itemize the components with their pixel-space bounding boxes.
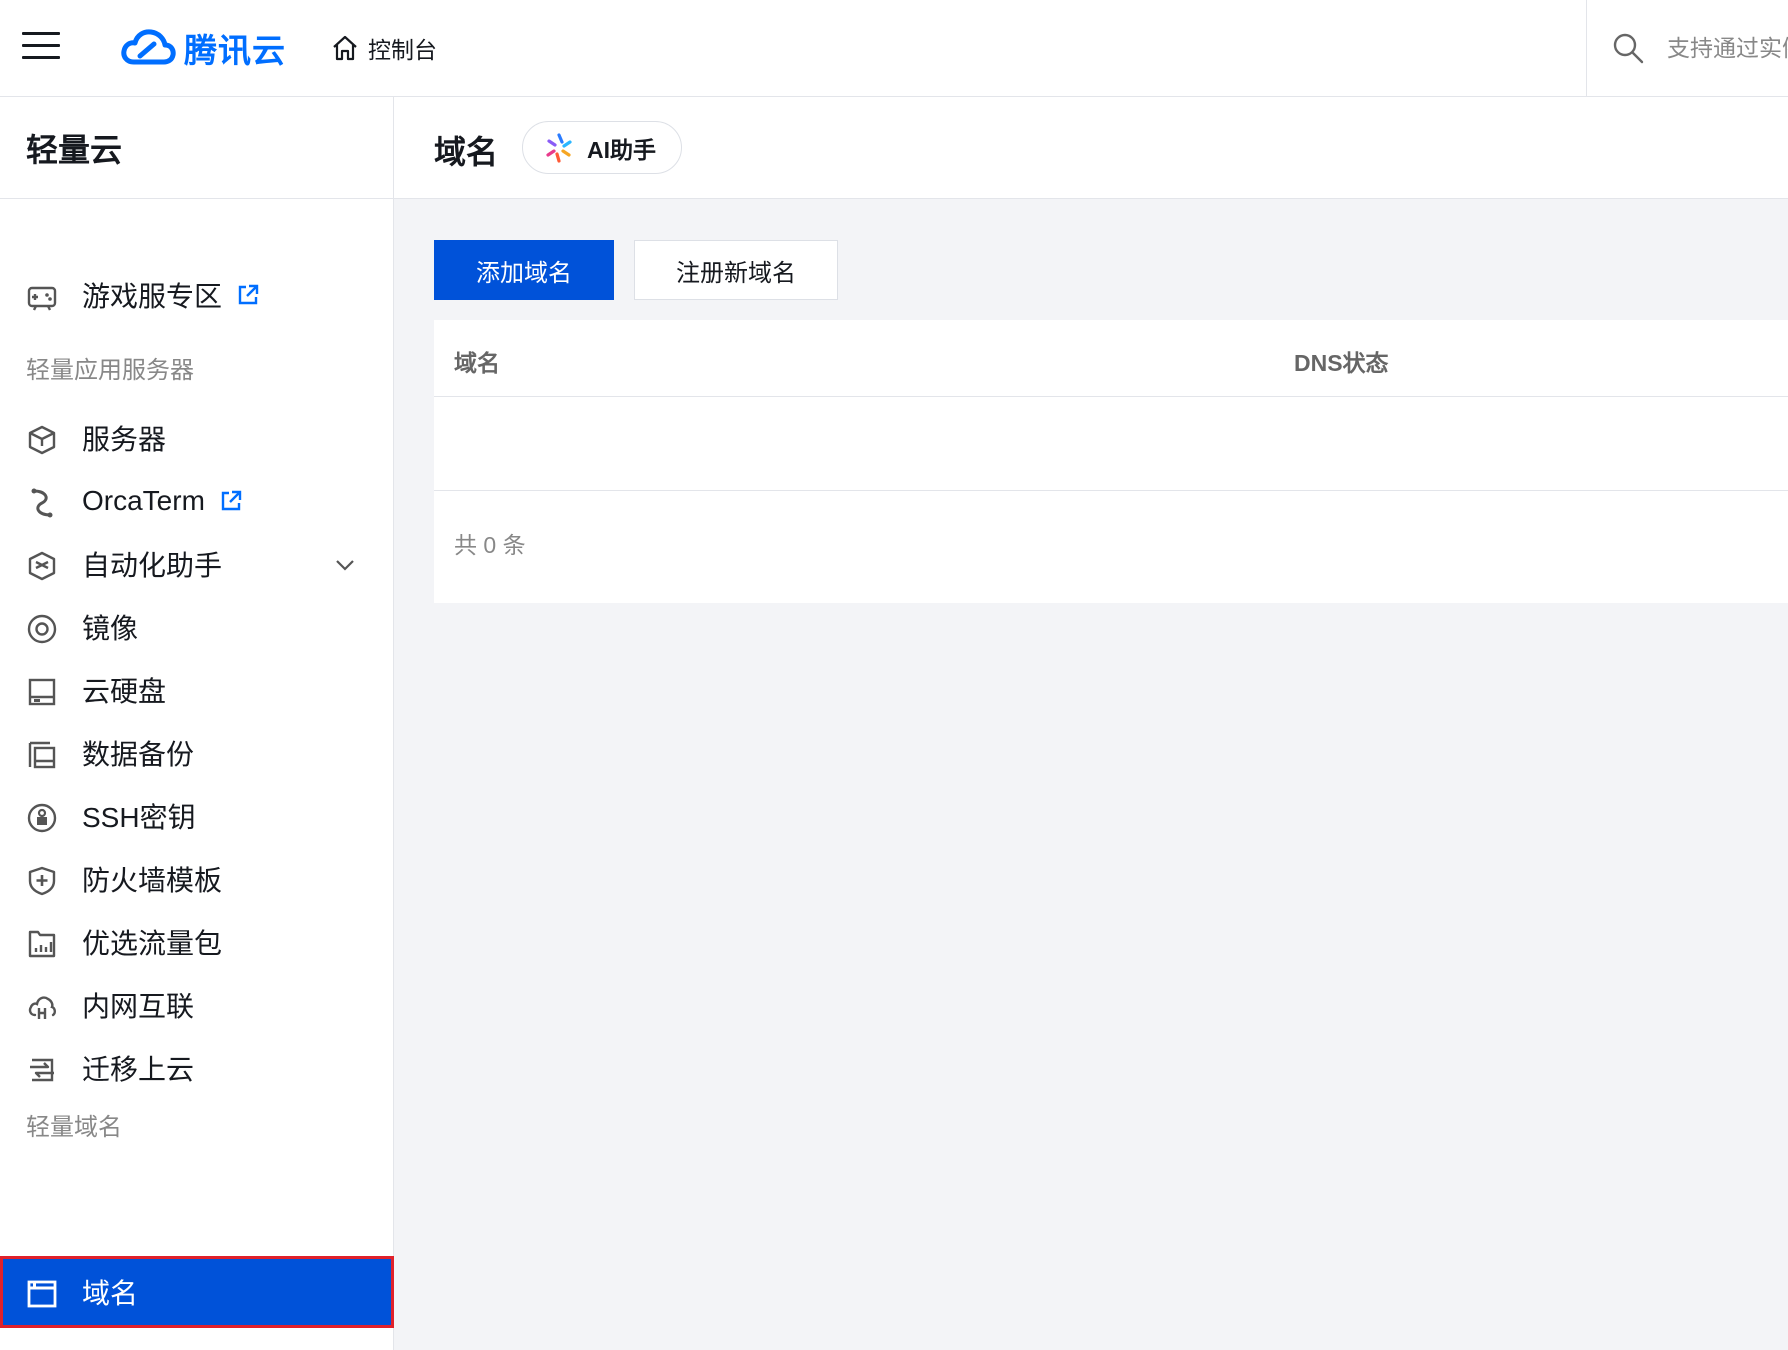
sidebar-item-images[interactable]: 镜像 bbox=[0, 591, 394, 663]
search-icon bbox=[1613, 33, 1644, 64]
page-header: 域名 AI助手 bbox=[394, 97, 1788, 199]
migrate-icon bbox=[30, 1058, 54, 1082]
sidebar-item-label: 数据备份 bbox=[82, 739, 195, 770]
intranet-icon bbox=[28, 996, 56, 1019]
automation-icon bbox=[28, 551, 56, 581]
sidebar-item-label: 优选流量包 bbox=[82, 928, 223, 959]
table-total-count: 共 0 条 bbox=[454, 532, 526, 558]
sidebar-item-label: 迁移上云 bbox=[82, 1054, 195, 1085]
sidebar-item-migrate[interactable]: 迁移上云 bbox=[0, 1032, 394, 1104]
sidebar-item-label: 云硬盘 bbox=[82, 676, 167, 707]
sidebar-item-label: 服务器 bbox=[82, 424, 167, 455]
column-header-dns-status: DNS状态 bbox=[1294, 350, 1389, 376]
external-link-icon bbox=[221, 490, 242, 511]
cloud-disk-icon bbox=[28, 678, 56, 706]
add-domain-button[interactable]: 添加域名 bbox=[434, 240, 614, 300]
console-link[interactable]: 控制台 bbox=[330, 30, 437, 66]
orcaterm-icon bbox=[31, 488, 53, 518]
console-label: 控制台 bbox=[368, 37, 437, 63]
sidebar-item-orcaterm[interactable]: OrcaTerm bbox=[0, 465, 394, 537]
ai-assistant-icon bbox=[546, 132, 572, 163]
sidebar-item-intranet[interactable]: 内网互联 bbox=[0, 969, 394, 1041]
global-search[interactable] bbox=[1586, 0, 1788, 96]
domain-table: 域名 DNS状态 共 0 条 bbox=[434, 320, 1788, 603]
table-body-empty bbox=[434, 397, 1788, 491]
sidebar-item-domains[interactable]: 域名 bbox=[0, 1256, 394, 1328]
sidebar-group-lighthouse: 轻量应用服务器 bbox=[26, 357, 194, 384]
sidebar-item-label: 防火墙模板 bbox=[82, 865, 223, 896]
sidebar-item-firewall-template[interactable]: 防火墙模板 bbox=[0, 843, 394, 915]
sidebar-item-backup[interactable]: 数据备份 bbox=[0, 717, 394, 789]
sidebar: 轻量云 游戏服专区 轻量应用服务器 服务器 OrcaTerm 自动化助手 镜像 … bbox=[0, 97, 394, 1350]
sidebar-item-cloud-disk[interactable]: 云硬盘 bbox=[0, 654, 394, 726]
search-input[interactable] bbox=[1667, 34, 1788, 62]
sidebar-item-label: 镜像 bbox=[82, 613, 139, 644]
backup-icon bbox=[28, 741, 56, 769]
gamepad-icon bbox=[27, 286, 57, 311]
top-bar: 腾讯云 控制台 bbox=[0, 0, 1788, 97]
sidebar-item-label: 自动化助手 bbox=[82, 550, 223, 581]
server-cube-icon bbox=[28, 425, 56, 455]
sidebar-item-game-server[interactable]: 游戏服专区 bbox=[0, 259, 394, 331]
sidebar-item-servers[interactable]: 服务器 bbox=[0, 402, 394, 474]
home-icon bbox=[333, 35, 357, 61]
image-disc-icon bbox=[27, 614, 57, 644]
firewall-shield-icon bbox=[28, 866, 56, 896]
sidebar-item-automation[interactable]: 自动化助手 bbox=[0, 528, 394, 600]
ssh-key-icon bbox=[27, 803, 57, 833]
ai-assistant-button[interactable]: AI助手 bbox=[522, 121, 682, 174]
menu-icon[interactable] bbox=[22, 30, 62, 62]
cloud-logo-icon bbox=[121, 29, 176, 65]
table-header: 域名 DNS状态 bbox=[434, 320, 1788, 397]
chevron-down-icon[interactable] bbox=[332, 552, 358, 578]
sidebar-group-lighthouse-domain: 轻量域名 bbox=[26, 1114, 122, 1141]
register-domain-button[interactable]: 注册新域名 bbox=[634, 240, 838, 300]
sidebar-item-traffic-package[interactable]: 优选流量包 bbox=[0, 906, 394, 978]
sidebar-item-label: 内网互联 bbox=[82, 991, 195, 1022]
ai-assistant-label: AI助手 bbox=[587, 136, 656, 163]
traffic-package-icon bbox=[28, 930, 56, 958]
page-title: 域名 bbox=[434, 134, 499, 170]
brand-logo[interactable]: 腾讯云 bbox=[120, 24, 286, 72]
sidebar-item-label: OrcaTerm bbox=[82, 485, 205, 516]
external-link-icon bbox=[238, 284, 259, 305]
sidebar-item-label: SSH密钥 bbox=[82, 802, 196, 833]
sidebar-title: 轻量云 bbox=[0, 97, 393, 199]
sidebar-item-ssh-keys[interactable]: SSH密钥 bbox=[0, 780, 394, 852]
brand-name: 腾讯云 bbox=[184, 32, 286, 69]
domain-window-icon bbox=[27, 1280, 57, 1308]
sidebar-item-label: 域名 bbox=[82, 1278, 139, 1309]
sidebar-item-label: 游戏服专区 bbox=[82, 281, 223, 312]
column-header-domain: 域名 bbox=[454, 350, 500, 376]
